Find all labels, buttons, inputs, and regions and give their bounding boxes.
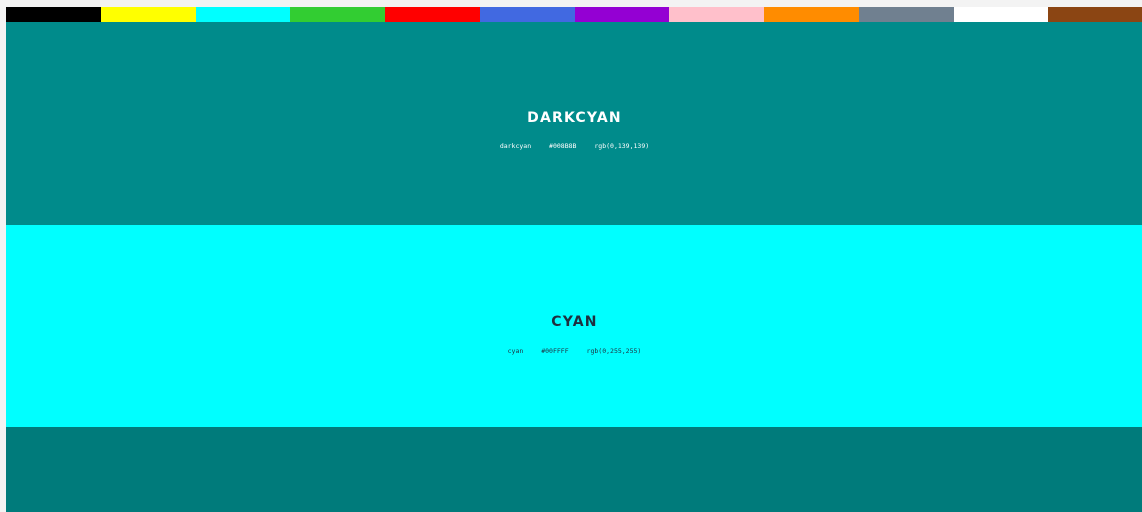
swatch-gray[interactable]: [858, 7, 954, 22]
color-hex-label: #008B8B: [549, 142, 577, 150]
color-info-row: darkcyan #008B8B rgb(0,139,139): [6, 142, 1142, 150]
color-panel-darkcyan: DARKCYAN darkcyan #008B8B rgb(0,139,139): [6, 22, 1142, 225]
swatch-pink[interactable]: [669, 7, 764, 22]
color-rgb-label: rgb(0,255,255): [586, 347, 642, 355]
color-name-label: cyan: [507, 347, 524, 355]
color-panel-cyan: CYAN cyan #00FFFF rgb(0,255,255): [6, 225, 1142, 427]
swatch-white[interactable]: [953, 7, 1049, 22]
swatch-purple[interactable]: [574, 7, 670, 22]
swatch-yellow[interactable]: [100, 7, 196, 22]
color-hex-label: #00FFFF: [541, 347, 569, 355]
swatch-orange[interactable]: [764, 7, 859, 22]
color-viewer: DARKCYAN darkcyan #008B8B rgb(0,139,139)…: [6, 7, 1142, 512]
color-rgb-label: rgb(0,139,139): [594, 142, 650, 150]
swatch-cyan[interactable]: [195, 7, 291, 22]
swatch-blue[interactable]: [479, 7, 575, 22]
color-title: DARKCYAN: [527, 110, 622, 126]
swatch-brown[interactable]: [1048, 7, 1142, 22]
swatch-red[interactable]: [385, 7, 480, 22]
color-title: CYAN: [551, 314, 598, 330]
color-panel-next: [6, 427, 1142, 512]
swatch-black[interactable]: [6, 7, 101, 22]
swatch-green[interactable]: [290, 7, 385, 22]
color-info-row: cyan #00FFFF rgb(0,255,255): [6, 347, 1142, 355]
color-name-label: darkcyan: [499, 142, 532, 150]
swatch-bar: [6, 7, 1142, 22]
